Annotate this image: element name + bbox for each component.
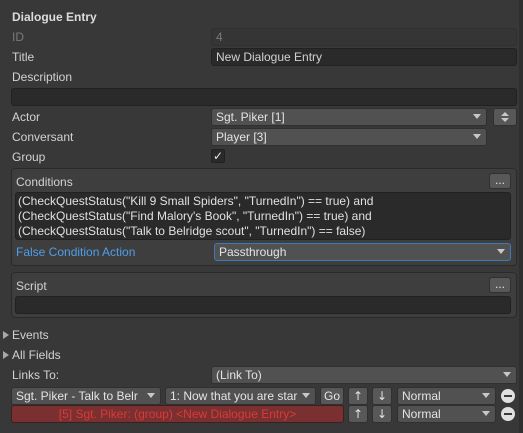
link-target-entry-dropdown[interactable]: 1: Now that you are star [165, 387, 316, 405]
all-fields-foldout[interactable]: All Fields [12, 347, 61, 363]
go-button[interactable]: Go [320, 387, 344, 405]
title-field[interactable]: New Dialogue Entry [211, 48, 517, 66]
events-foldout[interactable]: Events [12, 327, 49, 343]
conditions-label: Conditions [16, 175, 73, 189]
chevron-down-icon [482, 411, 490, 416]
id-label: ID [12, 30, 24, 44]
link-priority-dropdown[interactable]: Normal [397, 405, 496, 423]
all-fields-foldout-arrow-icon[interactable] [3, 351, 9, 359]
false-condition-action-dropdown[interactable]: Passthrough [214, 243, 511, 261]
condition-line: (CheckQuestStatus("Find Malory's Book", … [18, 209, 372, 223]
link-priority-value: Normal [402, 389, 441, 403]
chevron-down-icon [497, 249, 505, 254]
scrollbar[interactable] [519, 0, 523, 433]
chevron-down-icon [503, 372, 511, 377]
remove-link-icon[interactable] [501, 389, 515, 403]
link-target-conversation-value: Sgt. Piker - Talk to Belr [16, 389, 138, 403]
actor-label: Actor [12, 110, 41, 124]
group-label: Group [12, 150, 46, 164]
script-text-area[interactable] [15, 296, 511, 314]
link-to-value: (Link To) [216, 368, 262, 382]
description-field[interactable] [11, 88, 517, 106]
chevron-down-icon [302, 393, 310, 398]
conditions-menu-button[interactable]: ... [489, 173, 511, 189]
id-field: 4 [211, 28, 517, 46]
actor-sort-button[interactable] [493, 108, 517, 126]
conversant-label: Conversant [12, 130, 74, 144]
move-up-button[interactable]: ↑ [348, 387, 368, 405]
group-checkbox[interactable]: ✓ [211, 149, 225, 163]
move-up-button[interactable]: ↑ [348, 405, 368, 423]
chevron-down-icon [473, 134, 481, 139]
checkmark-icon: ✓ [212, 149, 224, 163]
link-to-dropdown[interactable]: (Link To) [211, 366, 517, 384]
chevron-down-icon [147, 393, 155, 398]
condition-line: (CheckQuestStatus("Kill 9 Small Spiders"… [18, 194, 374, 208]
up-down-arrows-icon [501, 112, 509, 122]
remove-link-icon[interactable] [501, 407, 515, 421]
link-target-entry-value: 1: Now that you are star [170, 389, 298, 403]
conversant-value: Player [3] [216, 130, 267, 144]
chevron-down-icon [473, 114, 481, 119]
conversant-dropdown[interactable]: Player [3] [211, 128, 487, 146]
title-label: Title [12, 50, 35, 64]
chevron-down-icon [482, 393, 490, 398]
actor-dropdown[interactable]: Sgt. Piker [1] [211, 108, 487, 126]
events-foldout-arrow-icon[interactable] [3, 331, 9, 339]
link-target-conversation-dropdown[interactable]: Sgt. Piker - Talk to Belr [11, 387, 161, 405]
link-priority-dropdown[interactable]: Normal [397, 387, 496, 405]
linked-entry-warning-field[interactable]: [5] Sgt. Piker: (group) <New Dialogue En… [11, 405, 344, 423]
script-label: Script [16, 279, 47, 293]
description-label: Description [12, 70, 73, 84]
script-menu-button[interactable]: ... [489, 277, 511, 293]
move-down-button[interactable]: ↓ [372, 387, 392, 405]
actor-value: Sgt. Piker [1] [216, 110, 285, 124]
false-condition-action-value: Passthrough [219, 245, 287, 259]
condition-line: (CheckQuestStatus("Talk to Belridge scou… [18, 224, 366, 238]
link-priority-value: Normal [402, 407, 441, 421]
links-to-label: Links To: [12, 368, 60, 382]
false-condition-action-label: False Condition Action [16, 245, 136, 259]
move-down-button[interactable]: ↓ [372, 405, 392, 423]
page-title: Dialogue Entry [12, 10, 97, 24]
